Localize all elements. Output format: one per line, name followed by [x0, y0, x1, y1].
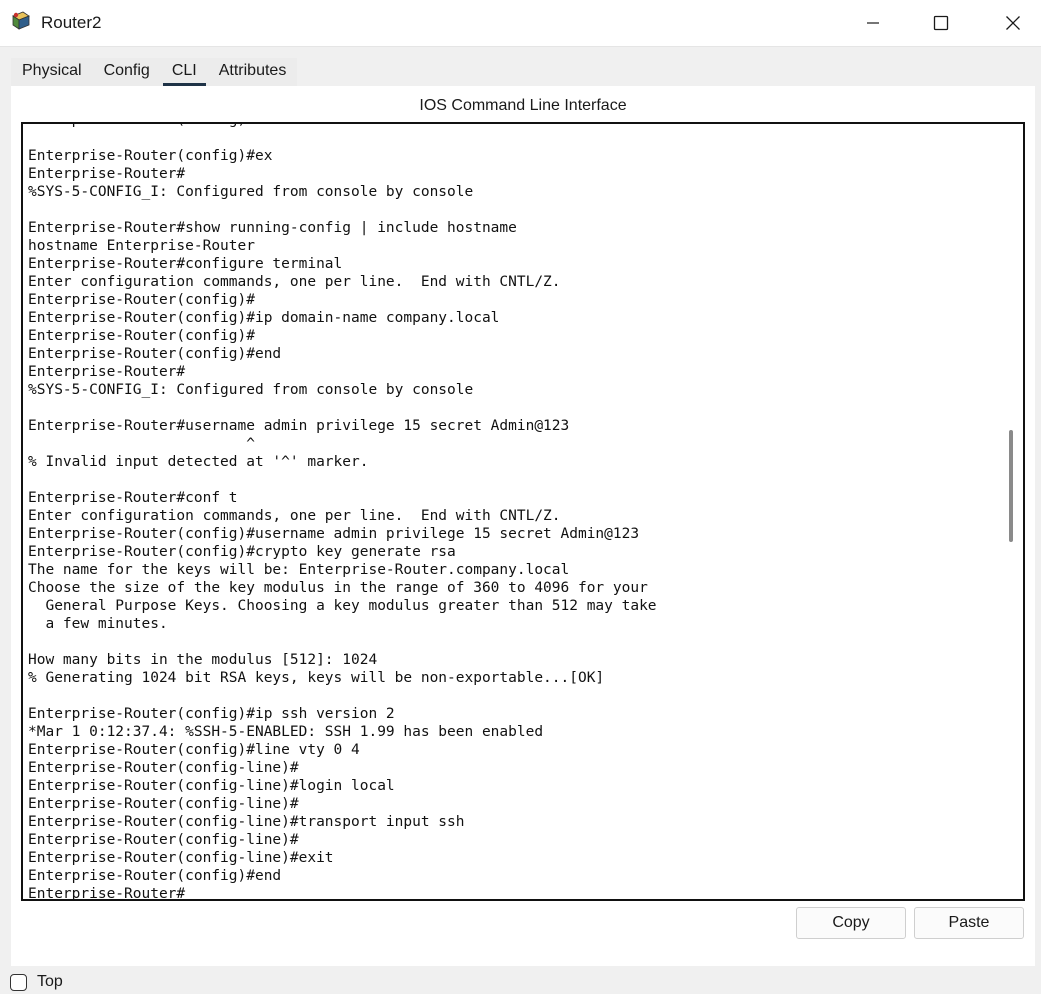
- minimize-button[interactable]: [858, 8, 888, 38]
- title-bar: Router2: [0, 0, 1041, 47]
- tab-physical[interactable]: Physical: [11, 58, 93, 86]
- maximize-button[interactable]: [926, 8, 956, 38]
- panel-title: IOS Command Line Interface: [419, 97, 627, 114]
- top-checkbox[interactable]: [10, 973, 27, 991]
- paste-button[interactable]: Paste: [914, 907, 1024, 939]
- terminal-scrollbar[interactable]: [999, 124, 1023, 899]
- window-title: Router2: [41, 13, 102, 32]
- tab-cli[interactable]: CLI: [160, 58, 208, 86]
- scroll-thumb[interactable]: [1009, 430, 1013, 542]
- top-checkbox-row[interactable]: Top: [10, 973, 63, 991]
- terminal-output[interactable]: Enterprise-Router(config)# Enterprise-Ro…: [28, 124, 657, 899]
- tab-config[interactable]: Config: [92, 58, 161, 86]
- minimize-icon: [867, 22, 879, 24]
- copy-button[interactable]: Copy: [796, 907, 906, 939]
- maximize-icon: [933, 15, 949, 31]
- router-icon: [12, 11, 30, 30]
- cli-terminal[interactable]: Enterprise-Router(config)# Enterprise-Ro…: [21, 122, 1025, 901]
- close-button[interactable]: [998, 8, 1028, 38]
- close-icon: [1006, 16, 1020, 30]
- tab-bar: Physical Config CLI Attributes: [11, 58, 298, 86]
- tab-attributes[interactable]: Attributes: [207, 58, 298, 86]
- top-checkbox-label: Top: [37, 973, 63, 990]
- cli-panel: IOS Command Line Interface Enterprise-Ro…: [11, 86, 1035, 966]
